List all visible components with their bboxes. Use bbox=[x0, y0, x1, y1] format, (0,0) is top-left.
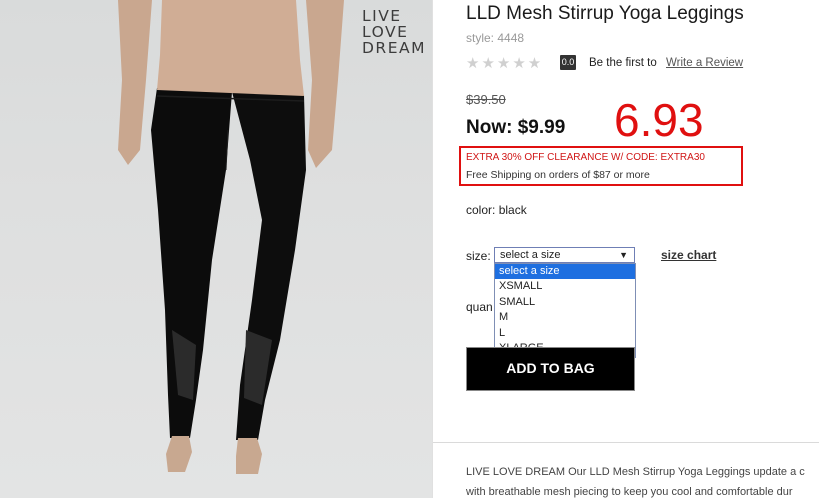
promo-text: EXTRA 30% OFF CLEARANCE W/ CODE: EXTRA30 bbox=[466, 152, 705, 163]
logo-line: LIVE bbox=[362, 7, 402, 25]
style-number: style: 4448 bbox=[466, 31, 525, 45]
size-option[interactable]: SMALL bbox=[495, 295, 635, 310]
size-chart-link[interactable]: size chart bbox=[661, 248, 716, 262]
product-image: LIVE LOVE DREAM bbox=[0, 0, 432, 498]
add-to-bag-button[interactable]: ADD TO BAG bbox=[466, 347, 635, 391]
section-divider bbox=[433, 442, 819, 443]
write-review-link[interactable]: Write a Review bbox=[666, 57, 743, 69]
size-select-value: select a size bbox=[500, 249, 561, 261]
logo-line: LOVE bbox=[362, 23, 409, 41]
color-label: color: bbox=[466, 203, 496, 217]
size-dropdown-list[interactable]: select a size XSMALL SMALL M L XLARGE bbox=[494, 263, 636, 358]
quantity-label: quan bbox=[466, 300, 493, 314]
star-rating: ★★★★★ bbox=[466, 55, 544, 72]
description-text: with breathable mesh piecing to keep you… bbox=[466, 486, 793, 498]
brand-logo: LIVE LOVE DREAM bbox=[362, 8, 426, 56]
sale-price: Now: $9.99 bbox=[466, 117, 566, 138]
logo-line: DREAM bbox=[362, 39, 426, 57]
divider bbox=[432, 0, 433, 498]
size-option[interactable]: M bbox=[495, 310, 635, 325]
color-info: color: black bbox=[466, 203, 527, 217]
price-annotation: 6.93 bbox=[614, 94, 704, 146]
color-value: black bbox=[498, 203, 527, 217]
size-option[interactable]: XSMALL bbox=[495, 279, 635, 294]
product-title: LLD Mesh Stirrup Yoga Leggings bbox=[466, 3, 744, 24]
size-select[interactable]: select a size ▼ bbox=[494, 247, 635, 263]
original-price: $39.50 bbox=[466, 92, 506, 107]
size-option[interactable]: select a size bbox=[495, 264, 635, 280]
first-review-text: Be the first to bbox=[589, 57, 657, 69]
shipping-text: Free Shipping on orders of $87 or more bbox=[466, 169, 650, 181]
dropdown-arrow-icon: ▼ bbox=[619, 250, 628, 260]
size-label: size: bbox=[466, 249, 491, 263]
model-photo bbox=[118, 0, 344, 474]
size-option[interactable]: L bbox=[495, 326, 635, 341]
description-text: LIVE LOVE DREAM Our LLD Mesh Stirrup Yog… bbox=[466, 466, 805, 478]
rating-badge: 0.0 bbox=[560, 55, 576, 70]
